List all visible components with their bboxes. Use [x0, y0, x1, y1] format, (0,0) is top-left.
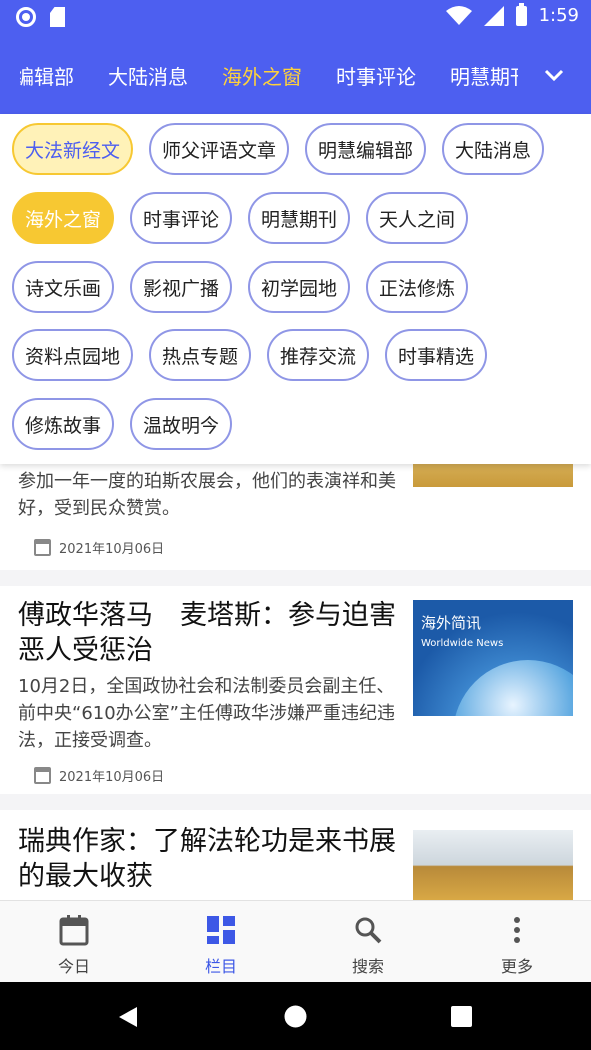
chip-beginners[interactable]: 初学园地	[248, 261, 351, 313]
nav-today[interactable]: 今日	[24, 913, 124, 977]
chip-material-sites[interactable]: 资料点园地	[12, 329, 134, 381]
thumbnail-subtitle: Worldwide News	[421, 638, 504, 649]
chevron-down-icon[interactable]	[543, 64, 565, 86]
more-vertical-icon	[514, 917, 520, 943]
calendar-icon	[34, 767, 51, 784]
chip-mainland-news[interactable]: 大陆消息	[442, 123, 545, 175]
system-navigation-bar	[0, 982, 591, 1050]
wifi-icon	[445, 5, 472, 25]
status-bar: 1:59	[0, 0, 591, 36]
article-list: 参加一年一度的珀斯农展会，他们的表演祥和美好，受到民众赞赏。 2021年10月0…	[0, 440, 591, 900]
category-tab-bar: 编辑部 大陆消息 海外之窗 时事评论 明慧期刊	[0, 36, 591, 114]
recents-icon[interactable]	[451, 1006, 472, 1027]
nav-more[interactable]: 更多	[467, 913, 567, 977]
back-icon[interactable]	[117, 1005, 139, 1029]
tab-editorial[interactable]: 编辑部	[20, 61, 74, 90]
chip-poetry-art[interactable]: 诗文乐画	[12, 261, 115, 313]
chip-new-scriptures[interactable]: 大法新经文	[12, 123, 134, 175]
chip-row: 诗文乐画 影视广播 初学园地 正法修炼	[12, 261, 469, 313]
chip-commentary[interactable]: 时事评论	[130, 192, 233, 244]
tab-commentary[interactable]: 时事评论	[336, 61, 416, 90]
chip-current-selections[interactable]: 时事精选	[385, 329, 488, 381]
tab-mainland-news[interactable]: 大陆消息	[108, 61, 188, 90]
sd-card-icon	[50, 7, 65, 27]
bottom-navigation: 今日 栏目 搜索 更多	[0, 900, 591, 982]
nav-search[interactable]: 搜索	[318, 913, 418, 977]
clock: 1:59	[538, 5, 579, 26]
chip-video-radio[interactable]: 影视广播	[130, 261, 233, 313]
nav-columns[interactable]: 栏目	[171, 913, 271, 977]
chip-overseas[interactable]: 海外之窗	[12, 192, 115, 244]
calendar-icon	[59, 915, 89, 946]
article-summary: 10月2日，全国政协社会和法制委员会副主任、前中央“610办公室”主任傅政华涉嫌…	[18, 676, 396, 751]
globe-graphic	[453, 660, 573, 716]
battery-icon	[515, 2, 527, 26]
chip-row: 修炼故事 温故明今	[12, 398, 233, 450]
chip-master-comments[interactable]: 师父评语文章	[149, 123, 290, 175]
thumbnail-title: 海外简讯	[421, 614, 482, 632]
chip-recommended[interactable]: 推荐交流	[267, 329, 370, 381]
chip-cultivation-stories[interactable]: 修炼故事	[12, 398, 115, 450]
search-icon	[355, 917, 382, 944]
chip-history[interactable]: 温故明今	[130, 398, 233, 450]
list-item[interactable]: 傅政华落马 麦塔斯：参与迫害 恶人受惩治 10月2日，全国政协社会和法制委员会副…	[0, 586, 591, 794]
chip-fa-rectification[interactable]: 正法修炼	[366, 261, 469, 313]
article-summary: 参加一年一度的珀斯农展会，他们的表演祥和美好，受到民众赞赏。	[18, 471, 396, 519]
chip-hot-topics[interactable]: 热点专题	[149, 329, 252, 381]
chip-heaven-human[interactable]: 天人之间	[366, 192, 469, 244]
tab-periodical[interactable]: 明慧期刊	[450, 61, 518, 90]
home-icon[interactable]	[283, 1004, 308, 1029]
tab-overseas[interactable]: 海外之窗	[222, 61, 302, 90]
chip-row: 资料点园地 热点专题 推荐交流 时事精选	[12, 329, 488, 381]
article-thumbnail: 海外简讯 Worldwide News	[413, 600, 573, 716]
dashboard-icon	[207, 916, 235, 944]
category-dropdown: 大法新经文 师父评语文章 明慧编辑部 大陆消息 海外之窗 时事评论 明慧期刊 天…	[0, 114, 591, 464]
calendar-icon	[34, 539, 51, 556]
article-title: 傅政华落马 麦塔斯：参与迫害 恶人受惩治	[18, 600, 423, 666]
app-notification-icon	[16, 7, 36, 27]
article-date: 2021年10月06日	[34, 538, 164, 557]
list-item[interactable]: 瑞典作家：了解法轮功是来书展的最大收获	[0, 810, 591, 900]
article-thumbnail	[413, 830, 573, 900]
chip-periodical[interactable]: 明慧期刊	[248, 192, 351, 244]
signal-icon	[483, 5, 504, 26]
chip-editorial[interactable]: 明慧编辑部	[305, 123, 427, 175]
article-title: 瑞典作家：了解法轮功是来书展的最大收获	[18, 826, 396, 892]
chip-row: 海外之窗 时事评论 明慧期刊 天人之间	[12, 192, 469, 244]
article-date: 2021年10月06日	[34, 766, 164, 785]
chip-row: 大法新经文 师父评语文章 明慧编辑部 大陆消息	[12, 123, 545, 175]
